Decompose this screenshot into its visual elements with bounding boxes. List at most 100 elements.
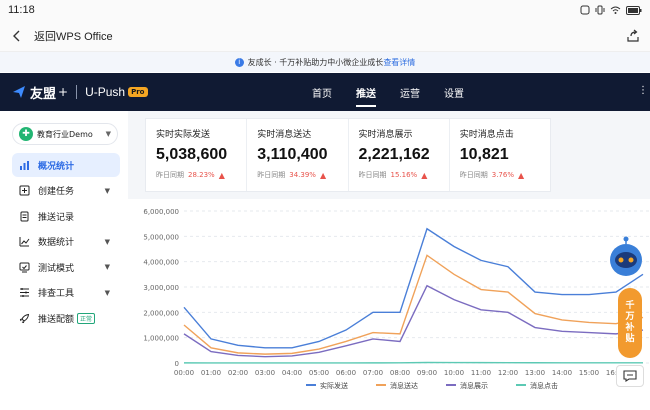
sidebar-item-create-task[interactable]: 创建任务 ▼ [12, 179, 120, 203]
main-menu: 首页推送运营设置 [300, 73, 476, 111]
more-icon[interactable]: ⋮ [638, 85, 648, 96]
legend-label: 消息点击 [530, 381, 558, 390]
sidebar-item-test-mode[interactable]: 测试模式▼ [12, 255, 120, 279]
app-selector[interactable]: ✚ 教育行业Demo ▼ [12, 123, 118, 145]
arrow-up-icon: ▲ [219, 171, 225, 180]
brand-name: 友盟 [30, 83, 56, 102]
metric-card: 实时消息展示2,221,162昨日同期15.16%▲ [349, 119, 450, 191]
x-tick-label: 01:00 [201, 369, 221, 377]
brand-logo[interactable]: 友盟 + U-Push Pro [12, 83, 148, 102]
top-navigation: 友盟 + U-Push Pro 首页推送运营设置 ⋮ [0, 73, 650, 111]
brand-divider [76, 85, 77, 99]
app-icon: ✚ [19, 127, 33, 141]
chat-icon [623, 370, 637, 382]
metric-cards: 实时实际发送5,038,600昨日同期28.23%▲实时消息送达3,110,40… [145, 118, 551, 192]
sidebar-item-label: 创建任务 [38, 184, 74, 197]
y-tick-label: 1,000,000 [143, 335, 179, 343]
nfc-icon [580, 5, 590, 15]
x-tick-label: 14:00 [552, 369, 572, 377]
sidebar-item-label: 测试模式 [38, 261, 74, 274]
line-chart: 01,000,0002,000,0003,000,0004,000,0005,0… [128, 199, 650, 406]
x-tick-label: 06:00 [336, 369, 356, 377]
y-tick-label: 5,000,000 [143, 233, 179, 241]
metric-value: 3,110,400 [257, 146, 337, 164]
y-tick-label: 4,000,000 [143, 259, 179, 267]
promo-char: 补 [625, 323, 634, 334]
chart-icon [18, 160, 30, 171]
metric-title: 实时实际发送 [156, 127, 236, 140]
sidebar-item-label: 数据统计 [38, 235, 74, 248]
promo-char: 万 [625, 312, 634, 323]
status-time: 11:18 [8, 4, 35, 16]
sidebar-item-label: 概况统计 [38, 159, 74, 172]
x-tick-label: 07:00 [363, 369, 383, 377]
promo-char: 贴 [625, 334, 634, 345]
metric-value: 10,821 [460, 146, 540, 164]
robot-icon [606, 236, 646, 280]
metric-compare: 昨日同期15.16%▲ [359, 170, 439, 180]
quota-status-badge: 正常 [77, 313, 95, 324]
legend-label: 消息送达 [390, 381, 418, 390]
menu-item[interactable]: 运营 [388, 73, 432, 111]
menu-item[interactable]: 设置 [432, 73, 476, 111]
share-icon [626, 29, 640, 43]
x-tick-label: 04:00 [282, 369, 302, 377]
x-tick-label: 03:00 [255, 369, 275, 377]
sidebar-item-overview[interactable]: 概况统计 [12, 153, 120, 177]
chevron-left-icon [12, 30, 22, 42]
chevron-down-icon: ▼ [106, 130, 111, 138]
compare-label: 昨日同期 [359, 170, 387, 180]
chevron-down-icon: ▼ [105, 187, 110, 195]
x-tick-label: 08:00 [390, 369, 410, 377]
pro-badge: Pro [128, 87, 147, 97]
system-icons [580, 5, 642, 15]
x-tick-label: 13:00 [525, 369, 545, 377]
info-icon: i [235, 58, 244, 67]
metric-card: 实时消息点击10,821昨日同期3.76%▲ [450, 119, 550, 191]
sidebar-item-troubleshoot[interactable]: 排查工具▼ [12, 281, 120, 305]
umeng-logo-icon [12, 85, 26, 99]
x-tick-label: 10:00 [444, 369, 464, 377]
compare-percent: 28.23% [188, 171, 215, 179]
sidebar-item-label: 推送配额 [38, 312, 74, 325]
app-selector-label: 教育行业Demo [37, 129, 93, 140]
robot-assistant[interactable] [606, 236, 646, 284]
x-tick-label: 05:00 [309, 369, 329, 377]
banner-text: 友成长 · 千万补贴助力中小微企业成长 [248, 57, 384, 68]
legend-label: 实际发送 [320, 381, 348, 390]
sidebar-item-push-records[interactable]: 推送记录 [12, 204, 120, 228]
x-tick-label: 09:00 [417, 369, 437, 377]
menu-item[interactable]: 推送 [344, 73, 388, 111]
tool-icon [18, 287, 30, 298]
share-button[interactable] [616, 29, 650, 43]
brand-plus: + [58, 85, 68, 99]
main-content: 实时实际发送5,038,600昨日同期28.23%▲实时消息送达3,110,40… [128, 111, 650, 406]
sidebar-item-data-stats[interactable]: 数据统计▼ [12, 230, 120, 254]
battery-icon [626, 6, 642, 15]
back-button[interactable] [0, 20, 34, 52]
rocket-icon [18, 313, 30, 324]
sidebar-item-label: 排查工具 [38, 286, 74, 299]
arrow-up-icon: ▲ [518, 171, 524, 180]
promo-banner: i 友成长 · 千万补贴助力中小微企业成长 查看详情 [0, 52, 650, 72]
promo-char: 千 [625, 301, 634, 312]
wifi-icon [610, 5, 621, 15]
x-tick-label: 00:00 [174, 369, 194, 377]
compare-label: 昨日同期 [460, 170, 488, 180]
metric-value: 5,038,600 [156, 146, 236, 164]
series-line-0 [184, 229, 643, 348]
product-name: U-Push [85, 85, 125, 99]
create-icon [18, 185, 30, 196]
sidebar: ✚ 教育行业Demo ▼ 概况统计创建任务▼推送记录数据统计▼测试模式▼排查工具… [0, 111, 128, 406]
menu-item[interactable]: 首页 [300, 73, 344, 111]
chat-button[interactable] [616, 365, 644, 387]
sidebar-item-push-quota[interactable]: 推送配额正常 [12, 306, 120, 330]
banner-link[interactable]: 查看详情 [383, 57, 415, 68]
metric-compare: 昨日同期3.76%▲ [460, 170, 540, 180]
vibrate-icon [595, 5, 605, 15]
x-tick-label: 12:00 [498, 369, 518, 377]
subsidy-promo[interactable]: 千 万 补 贴 [618, 288, 642, 358]
arrow-up-icon: ▲ [320, 171, 326, 180]
metric-compare: 昨日同期28.23%▲ [156, 170, 236, 180]
nav-title[interactable]: 返回WPS Office [34, 28, 113, 44]
